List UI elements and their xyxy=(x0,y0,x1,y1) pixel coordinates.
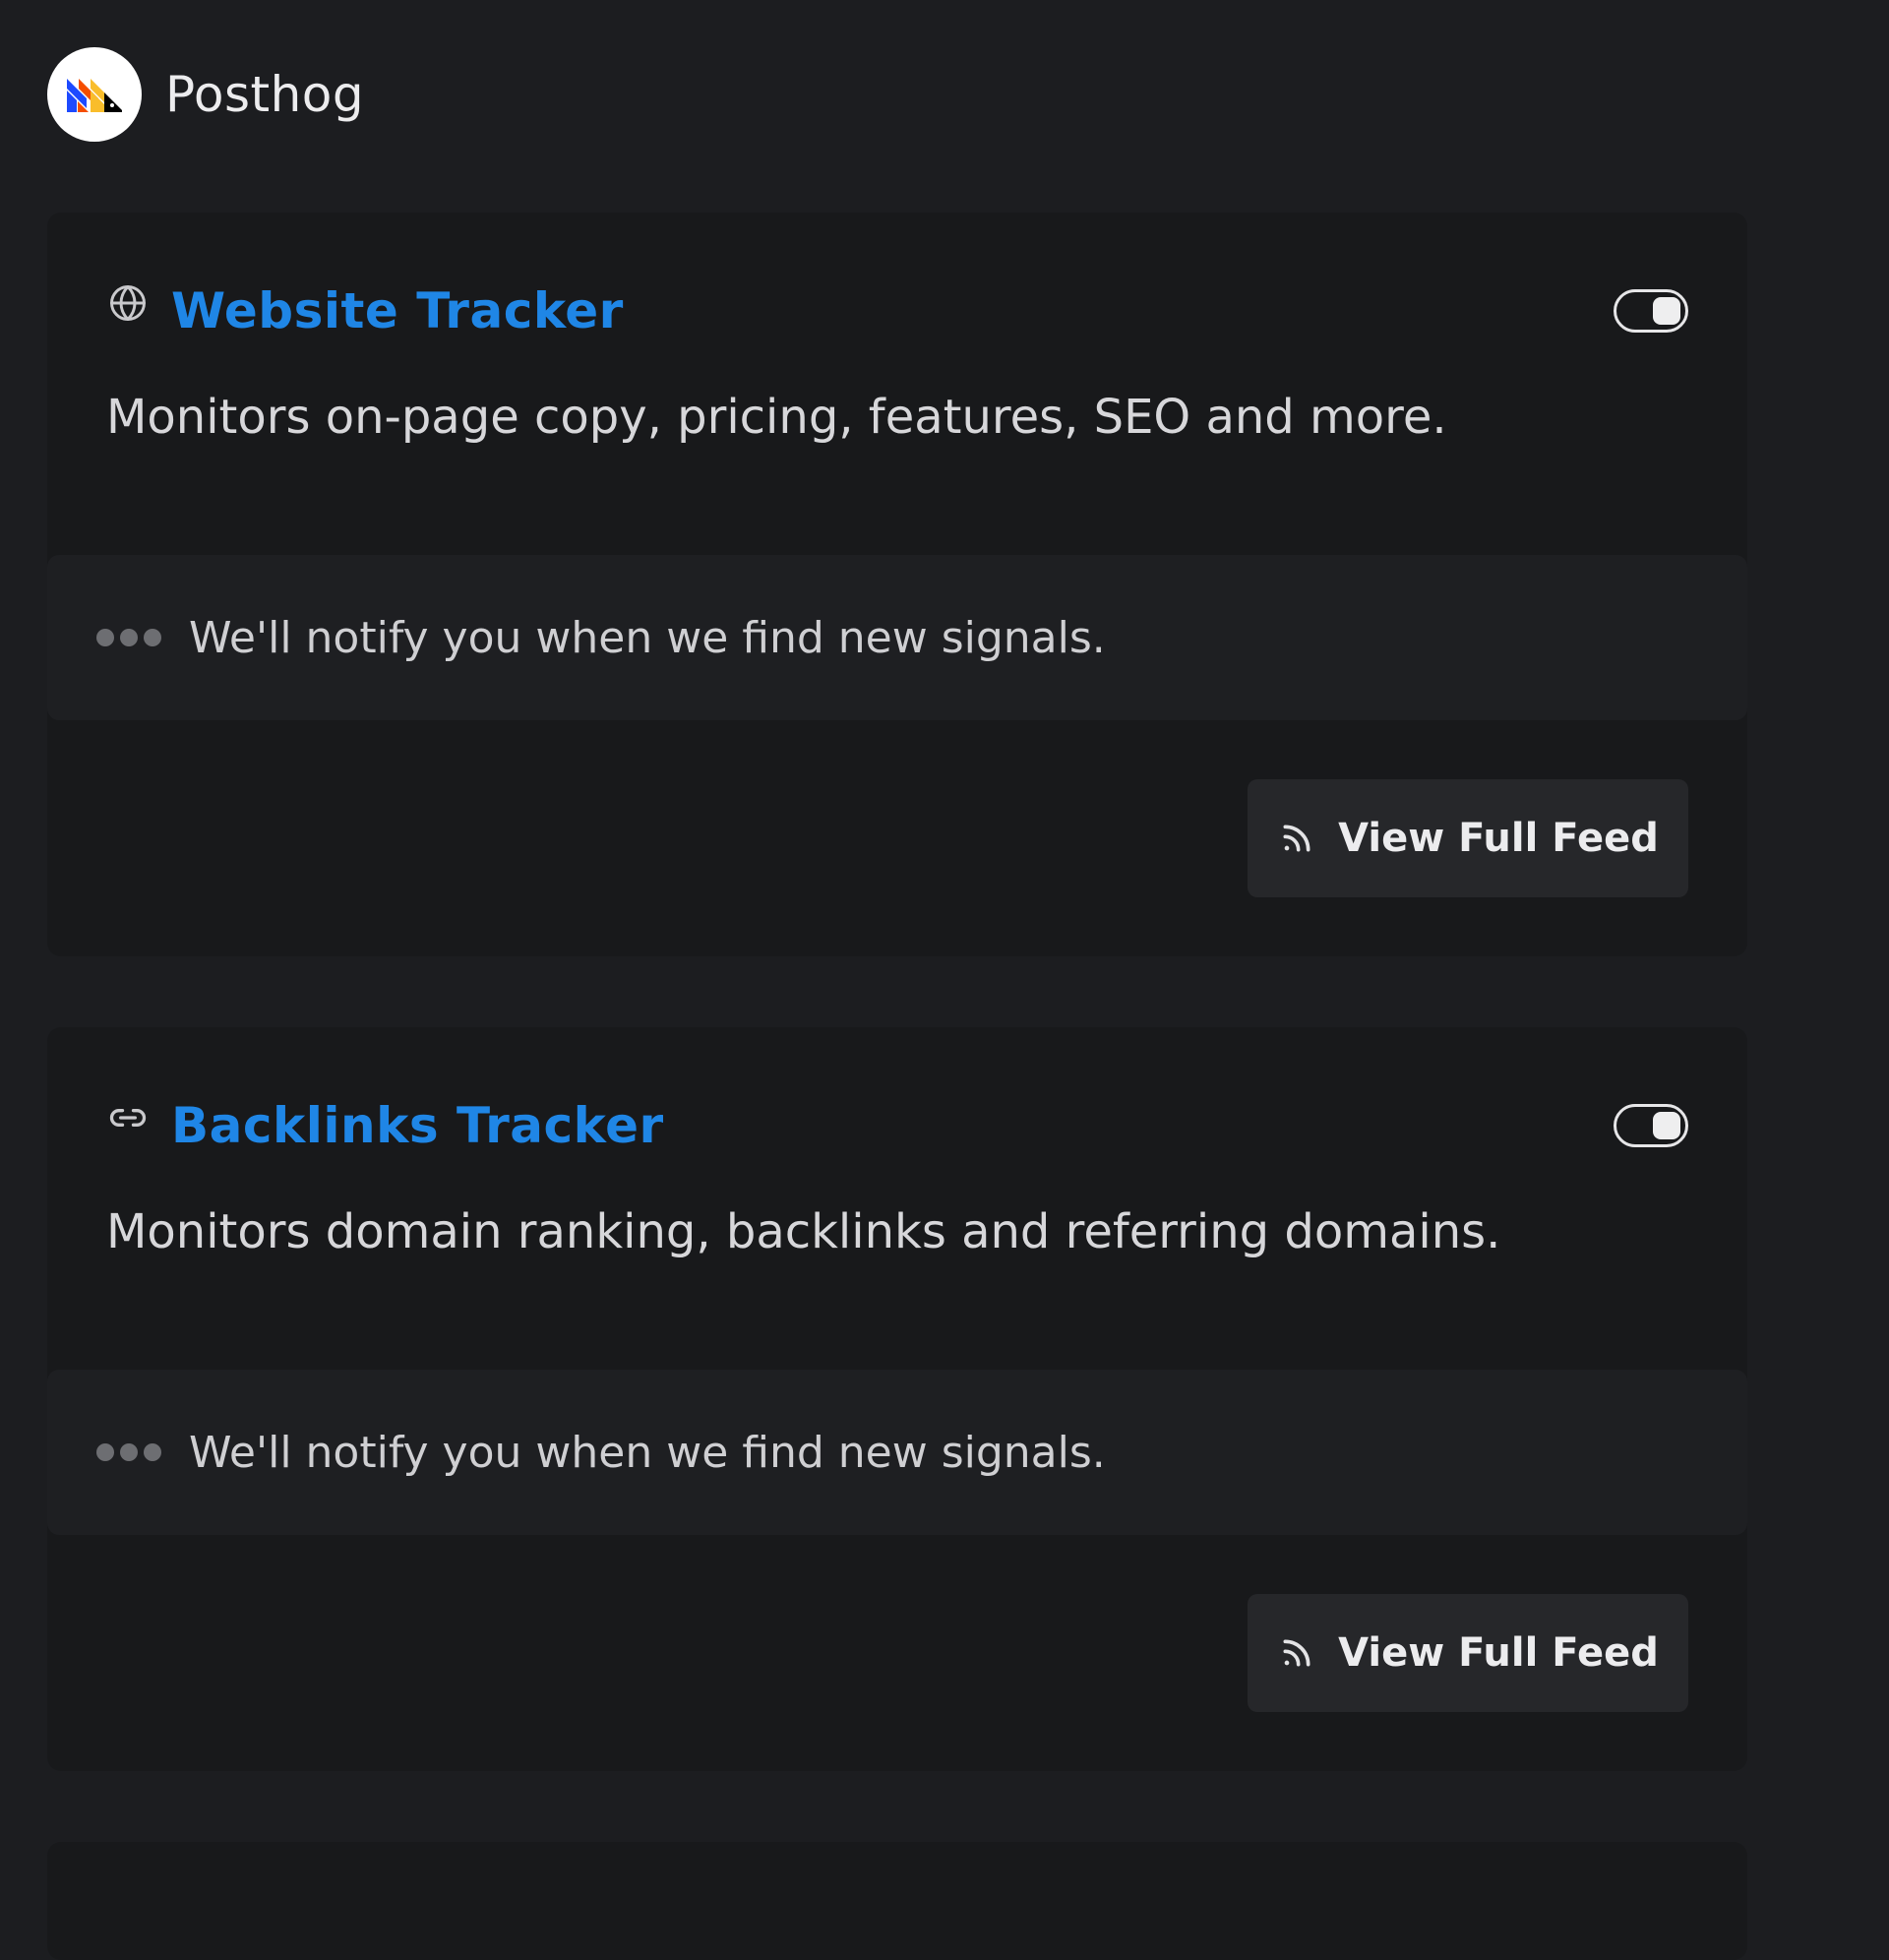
tracker-card-website: Website Tracker Monitors on-page copy, p… xyxy=(47,213,1747,956)
app-header: Posthog xyxy=(47,47,364,142)
link-icon xyxy=(109,1109,147,1127)
view-full-feed-button[interactable]: View Full Feed xyxy=(1248,779,1688,897)
brand-name: Posthog xyxy=(165,66,365,123)
tracker-enable-toggle[interactable] xyxy=(1614,289,1688,333)
card-header: Website Tracker xyxy=(106,272,1688,350)
view-full-feed-label: View Full Feed xyxy=(1338,816,1659,861)
tracker-description: Monitors domain ranking, backlinks and r… xyxy=(106,1204,1501,1259)
tracker-card-partial xyxy=(47,1842,1747,1960)
tracker-description: Monitors on-page copy, pricing, features… xyxy=(106,390,1447,445)
signal-status-panel: We'll notify you when we find new signal… xyxy=(47,555,1747,720)
rss-icon xyxy=(1283,825,1310,852)
loading-dots-icon xyxy=(96,629,161,646)
view-full-feed-label: View Full Feed xyxy=(1338,1630,1659,1676)
tracker-title[interactable]: Website Tracker xyxy=(171,282,624,339)
tracker-enable-toggle[interactable] xyxy=(1614,1104,1688,1147)
signal-status-text: We'll notify you when we find new signal… xyxy=(189,612,1106,663)
signal-status-panel: We'll notify you when we find new signal… xyxy=(47,1370,1747,1535)
rss-icon xyxy=(1283,1639,1310,1667)
globe-icon xyxy=(110,285,146,321)
tracker-card-backlinks: Backlinks Tracker Monitors domain rankin… xyxy=(47,1027,1747,1771)
toggle-knob xyxy=(1653,1112,1680,1139)
card-header: Backlinks Tracker xyxy=(106,1086,1688,1165)
tracker-title[interactable]: Backlinks Tracker xyxy=(171,1097,664,1154)
view-full-feed-button[interactable]: View Full Feed xyxy=(1248,1594,1688,1712)
toggle-knob xyxy=(1653,297,1680,325)
loading-dots-icon xyxy=(96,1443,161,1461)
signal-status-text: We'll notify you when we find new signal… xyxy=(189,1427,1106,1478)
posthog-logo xyxy=(47,47,142,142)
